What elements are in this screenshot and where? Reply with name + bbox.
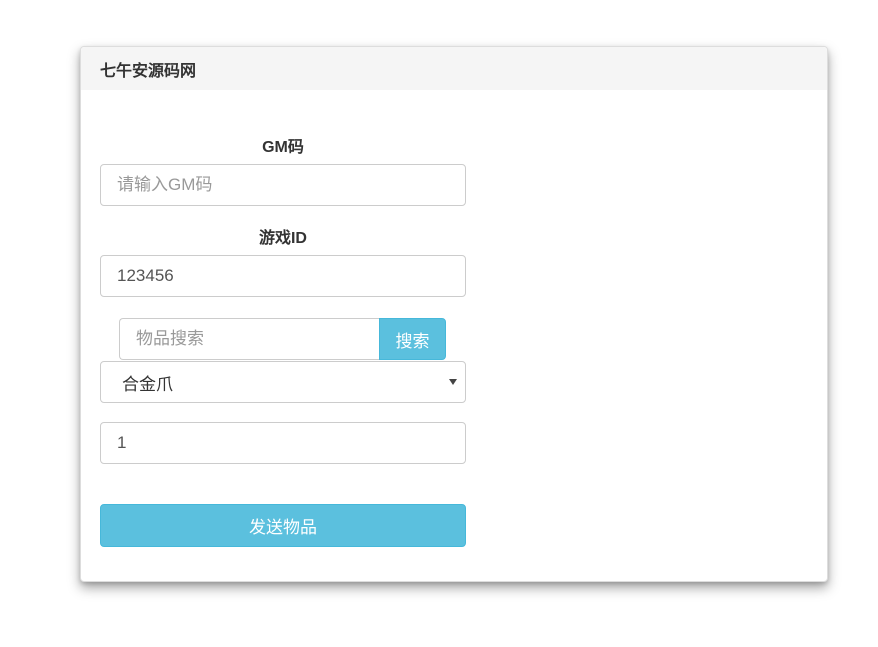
chevron-down-icon <box>449 379 457 385</box>
gm-code-label: GM码 <box>262 139 304 156</box>
quantity-input[interactable] <box>100 422 466 464</box>
search-button[interactable]: 搜索 <box>379 318 446 360</box>
game-id-label: 游戏ID <box>258 230 307 247</box>
item-search-input[interactable] <box>119 318 379 360</box>
item-select[interactable]: 合金爪 <box>100 361 466 403</box>
item-select-value: 合金爪 <box>122 374 173 394</box>
panel-heading: 七午安源码网 <box>81 47 827 90</box>
item-search-group: 搜索 <box>119 318 446 360</box>
game-id-input[interactable] <box>100 255 466 297</box>
gm-code-input[interactable] <box>100 164 466 206</box>
panel-title: 七午安源码网 <box>100 62 197 80</box>
main-panel: 七午安源码网 GM码 游戏ID 搜索 合金爪 发送物品 <box>80 46 828 582</box>
send-item-button[interactable]: 发送物品 <box>100 504 466 547</box>
